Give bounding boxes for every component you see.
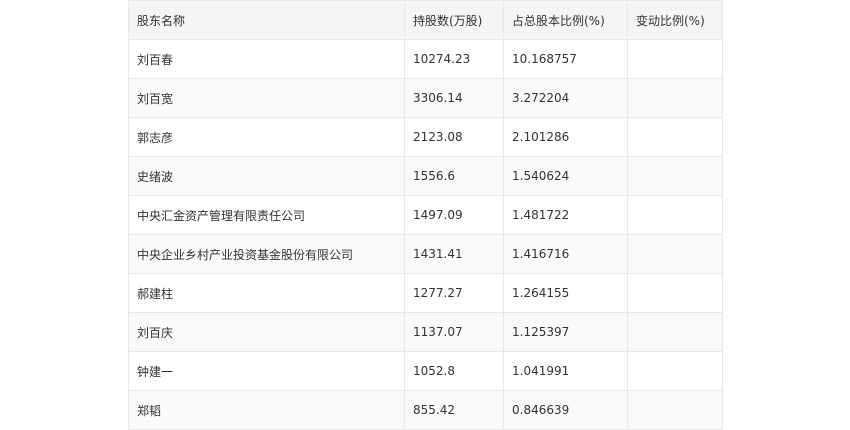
table-row: 中央企业乡村产业投资基金股份有限公司 1431.41 1.416716 (128, 234, 723, 274)
table-header: 股东名称 持股数(万股) 占总股本比例(%) 变动比例(%) (128, 0, 723, 40)
cell-share-ratio: 1.416716 (503, 234, 628, 274)
table-row: 郭志彦 2123.08 2.101286 (128, 117, 723, 157)
cell-shares-held: 855.42 (404, 390, 504, 430)
table-body: 刘百春 10274.23 10.168757 刘百宽 3306.14 3.272… (128, 39, 723, 430)
cell-shares-held: 1137.07 (404, 312, 504, 352)
cell-shareholder-name: 中央企业乡村产业投资基金股份有限公司 (128, 234, 405, 274)
cell-shareholder-name: 刘百春 (128, 39, 405, 79)
cell-share-ratio: 2.101286 (503, 117, 628, 157)
cell-shares-held: 1556.6 (404, 156, 504, 196)
cell-share-ratio: 0.846639 (503, 390, 628, 430)
cell-change-ratio (627, 351, 723, 391)
cell-change-ratio (627, 273, 723, 313)
cell-shares-held: 3306.14 (404, 78, 504, 118)
table-row: 刘百宽 3306.14 3.272204 (128, 78, 723, 118)
cell-share-ratio: 1.264155 (503, 273, 628, 313)
table-row: 刘百春 10274.23 10.168757 (128, 39, 723, 79)
cell-shares-held: 10274.23 (404, 39, 504, 79)
cell-shareholder-name: 刘百庆 (128, 312, 405, 352)
shareholders-table: 股东名称 持股数(万股) 占总股本比例(%) 变动比例(%) 刘百春 10274… (128, 0, 723, 430)
cell-change-ratio (627, 390, 723, 430)
cell-share-ratio: 1.540624 (503, 156, 628, 196)
cell-shareholder-name: 钟建一 (128, 351, 405, 391)
header-shares-held: 持股数(万股) (404, 0, 504, 40)
cell-shareholder-name: 郝建柱 (128, 273, 405, 313)
cell-share-ratio: 1.041991 (503, 351, 628, 391)
header-row: 股东名称 持股数(万股) 占总股本比例(%) 变动比例(%) (128, 0, 723, 40)
header-change-ratio: 变动比例(%) (627, 0, 723, 40)
cell-change-ratio (627, 156, 723, 196)
cell-shareholder-name: 刘百宽 (128, 78, 405, 118)
cell-shareholder-name: 郭志彦 (128, 117, 405, 157)
cell-shares-held: 1497.09 (404, 195, 504, 235)
cell-share-ratio: 1.125397 (503, 312, 628, 352)
cell-change-ratio (627, 78, 723, 118)
table-row: 郝建柱 1277.27 1.264155 (128, 273, 723, 313)
cell-share-ratio: 10.168757 (503, 39, 628, 79)
table-row: 刘百庆 1137.07 1.125397 (128, 312, 723, 352)
cell-shareholder-name: 史绪波 (128, 156, 405, 196)
cell-share-ratio: 3.272204 (503, 78, 628, 118)
cell-shares-held: 1052.8 (404, 351, 504, 391)
cell-change-ratio (627, 312, 723, 352)
cell-shareholder-name: 郑韬 (128, 390, 405, 430)
header-shareholder-name: 股东名称 (128, 0, 405, 40)
table-row: 郑韬 855.42 0.846639 (128, 390, 723, 430)
cell-change-ratio (627, 117, 723, 157)
cell-shares-held: 1277.27 (404, 273, 504, 313)
table-row: 史绪波 1556.6 1.540624 (128, 156, 723, 196)
cell-change-ratio (627, 39, 723, 79)
cell-change-ratio (627, 195, 723, 235)
cell-shares-held: 1431.41 (404, 234, 504, 274)
header-share-ratio: 占总股本比例(%) (503, 0, 628, 40)
cell-shareholder-name: 中央汇金资产管理有限责任公司 (128, 195, 405, 235)
cell-share-ratio: 1.481722 (503, 195, 628, 235)
cell-shares-held: 2123.08 (404, 117, 504, 157)
cell-change-ratio (627, 234, 723, 274)
table-row: 钟建一 1052.8 1.041991 (128, 351, 723, 391)
table-row: 中央汇金资产管理有限责任公司 1497.09 1.481722 (128, 195, 723, 235)
